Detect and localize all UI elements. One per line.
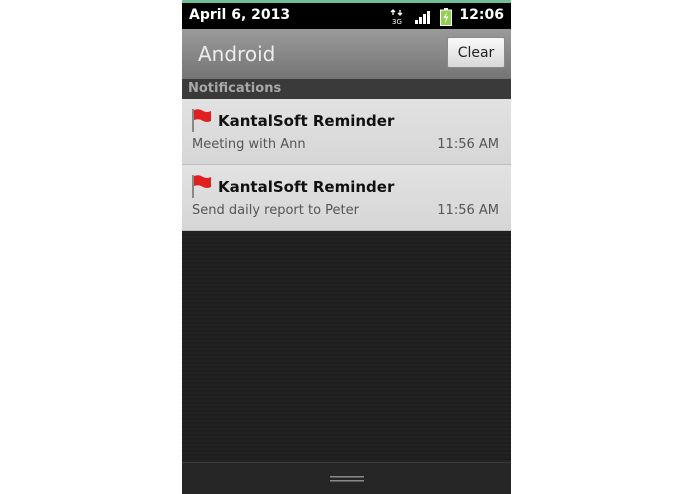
- red-flag-icon: [192, 175, 211, 198]
- notification-text: Meeting with Ann: [192, 137, 306, 152]
- status-bar[interactable]: April 6, 2013 3G 12:06: [182, 3, 511, 29]
- status-time: 12:06: [459, 7, 504, 23]
- section-label: Notifications: [188, 81, 282, 96]
- status-date: April 6, 2013: [189, 7, 291, 23]
- shade-header: Android Clear: [182, 29, 511, 79]
- signal-icon: [415, 11, 430, 24]
- notification-text: Send daily report to Peter: [192, 203, 359, 218]
- drag-handle-icon[interactable]: [330, 475, 364, 483]
- notification-title: KantalSoft Reminder: [218, 178, 395, 196]
- notification-shade: April 6, 2013 3G 12:06 Android Clear Not…: [182, 0, 511, 494]
- carrier-label: Android: [198, 42, 276, 66]
- shade-handle-bar[interactable]: [182, 462, 511, 494]
- clear-button[interactable]: Clear: [447, 37, 505, 68]
- svg-text:3G: 3G: [392, 18, 402, 25]
- notifications-section-header: Notifications: [182, 79, 511, 99]
- notification-time: 11:56 AM: [437, 137, 499, 152]
- network-3g-icon: 3G: [390, 9, 403, 25]
- notification-item[interactable]: KantalSoft Reminder Send daily report to…: [182, 165, 511, 231]
- notification-title: KantalSoft Reminder: [218, 112, 395, 130]
- notification-item[interactable]: KantalSoft Reminder Meeting with Ann 11:…: [182, 99, 511, 165]
- notification-time: 11:56 AM: [437, 203, 499, 218]
- battery-charging-icon: [440, 8, 452, 26]
- red-flag-icon: [192, 109, 211, 132]
